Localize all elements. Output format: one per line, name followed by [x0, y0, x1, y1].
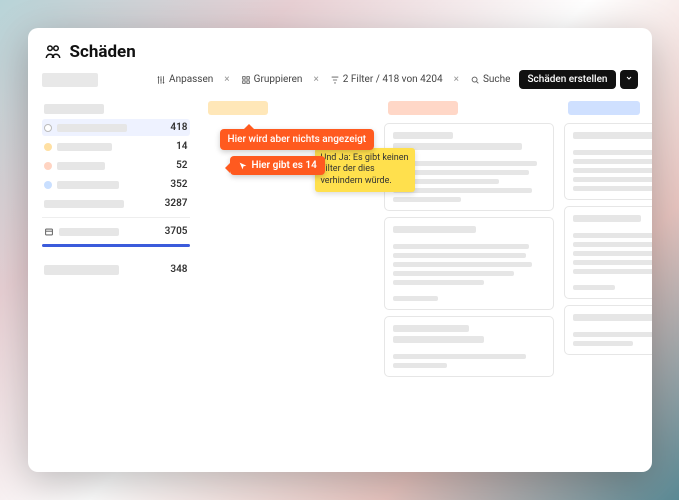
sidebar-subtotal: 3287 — [42, 195, 190, 212]
column-header[interactable] — [388, 101, 458, 115]
filter-button[interactable]: 2 Filter / 418 von 4204 — [325, 71, 448, 88]
damages-icon — [44, 43, 62, 61]
column-header[interactable] — [208, 101, 268, 115]
group-clear-icon[interactable]: × — [311, 74, 320, 85]
page-header: Schäden — [28, 28, 652, 70]
sidebar-item[interactable]: 52 — [42, 157, 190, 174]
kanban-column — [564, 101, 652, 462]
sidebar-skeleton — [42, 101, 190, 117]
chevron-down-icon — [625, 74, 633, 82]
create-button[interactable]: Schäden erstellen — [519, 70, 615, 89]
annotation-count: Hier gibt es 14 — [230, 156, 325, 175]
kanban-card[interactable] — [384, 217, 554, 310]
kanban-card[interactable] — [564, 206, 652, 299]
toolbar-row: Anpassen × Gruppieren × 2 Filter / 418 v… — [28, 70, 652, 97]
count: 418 — [170, 122, 187, 133]
customize-button[interactable]: Anpassen — [151, 71, 218, 88]
progress-bar — [42, 244, 190, 247]
status-dot — [44, 124, 52, 132]
annotation-empty: Hier wird aber nichts angezeigt — [220, 129, 375, 150]
search-icon — [470, 75, 480, 85]
count: 14 — [176, 141, 187, 152]
page-title: Schäden — [70, 42, 136, 62]
group-button[interactable]: Gruppieren — [236, 71, 308, 88]
column-header[interactable] — [568, 101, 640, 115]
list-icon — [44, 227, 54, 237]
filter-clear-icon[interactable]: × — [452, 74, 461, 85]
kanban-card[interactable] — [564, 123, 652, 200]
sliders-icon — [156, 75, 166, 85]
kanban-card[interactable] — [384, 316, 554, 377]
kanban-board[interactable] — [200, 97, 652, 472]
count: 52 — [176, 160, 187, 171]
create-dropdown-button[interactable] — [620, 70, 638, 89]
annotation-note: Und Ja: Es gibt keinen Filter der dies v… — [315, 148, 415, 192]
search-button[interactable]: Suche — [465, 71, 516, 88]
sidebar-footer-item[interactable]: 348 — [42, 261, 190, 278]
sidebar-item[interactable]: 418 — [42, 119, 190, 136]
count: 352 — [170, 179, 187, 190]
sidebar: 418 14 52 352 3287 — [28, 97, 200, 472]
sidebar-item[interactable]: 352 — [42, 176, 190, 193]
app-window: Schäden Anpassen × Gruppieren × 2 Filter… — [28, 28, 652, 472]
status-dot — [44, 181, 52, 189]
divider — [42, 217, 190, 218]
title-skeleton — [42, 73, 98, 87]
toolbar: Anpassen × Gruppieren × 2 Filter / 418 v… — [104, 70, 638, 89]
pointer-icon — [238, 161, 248, 171]
customize-clear-icon[interactable]: × — [222, 74, 231, 85]
filter-icon — [330, 75, 340, 85]
status-dot — [44, 143, 52, 151]
sidebar-total[interactable]: 3705 — [42, 223, 190, 240]
grid-icon — [241, 75, 251, 85]
kanban-card[interactable] — [564, 305, 652, 355]
status-dot — [44, 162, 52, 170]
sidebar-item[interactable]: 14 — [42, 138, 190, 155]
